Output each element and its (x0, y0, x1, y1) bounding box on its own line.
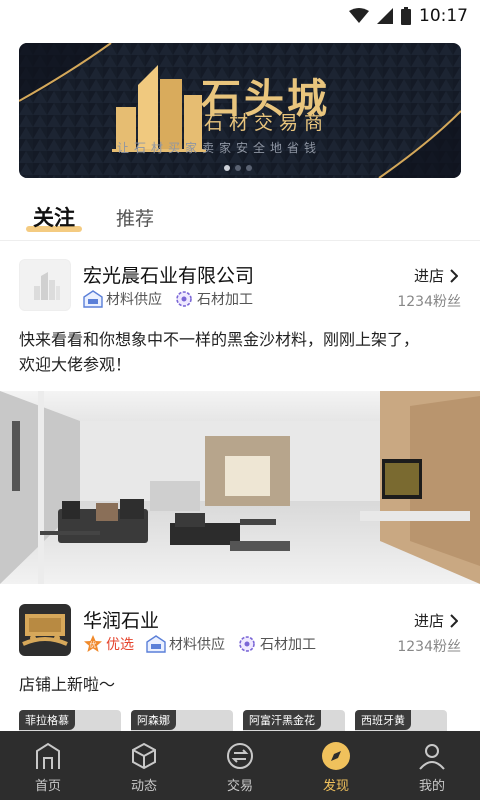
building-placeholder-icon (34, 272, 60, 300)
product-label: 西班牙黄 (355, 710, 411, 730)
truck-logo-icon (22, 614, 68, 646)
tag-stone-processing: 石材加工 (174, 289, 253, 309)
banner-subtitle: 石材交易商 (204, 112, 330, 134)
post-header: 华润石业 优 优选 材料供应 石材加工 进店 1234粉丝 (0, 604, 480, 674)
nav-home[interactable]: 首页 (0, 731, 96, 800)
shop-tags: 优 优选 材料供应 石材加工 (83, 634, 316, 654)
nav-trade[interactable]: 交易 (192, 731, 288, 800)
divider (0, 240, 480, 241)
banner-slogan: 让石材买家卖家安全地省钱 (117, 141, 322, 155)
bottom-nav: 首页 动态 交易 发现 我的 (0, 731, 480, 800)
battery-icon (401, 7, 411, 25)
tag-material-supply: 材料供应 (83, 289, 162, 309)
shop-tags: 材料供应 石材加工 (83, 289, 253, 309)
enter-shop-label: 进店 (413, 612, 444, 630)
post-text: 快来看看和你想象中不一样的黑金沙材料，刚刚上架了， 欢迎大佬参观！ (19, 327, 459, 377)
post-image[interactable] (0, 391, 480, 584)
fans-count: 1234粉丝 (397, 639, 461, 655)
material-supply-icon (83, 290, 103, 308)
nav-profile[interactable]: 我的 (384, 731, 480, 800)
nav-label: 动态 (130, 779, 157, 794)
product-label: 阿森娜 (131, 710, 176, 730)
post-header: 宏光晨石业有限公司 材料供应 石材加工 进店 1234粉丝 (0, 259, 480, 329)
chevron-right-icon (450, 268, 458, 283)
enter-shop-button[interactable]: 进店 (414, 265, 458, 286)
tag-label: 材料供应 (106, 292, 162, 308)
enter-shop-button[interactable]: 进店 (414, 610, 458, 631)
banner-dot[interactable] (224, 165, 230, 171)
cell-signal-icon (377, 8, 393, 24)
post-text: 店铺上新啦～ (19, 672, 459, 697)
living-room-photo (0, 391, 480, 584)
nav-discover[interactable]: 发现 (288, 731, 384, 800)
gear-icon (239, 636, 255, 652)
status-icons: 10:17 (349, 6, 468, 26)
post-text-line: 欢迎大佬参观！ (19, 355, 132, 374)
banner-pagination (224, 165, 252, 171)
fans-count: 1234粉丝 (397, 294, 461, 310)
gear-icon (176, 291, 192, 307)
tag-label: 石材加工 (197, 292, 253, 308)
nav-feed[interactable]: 动态 (96, 731, 192, 800)
nav-label: 首页 (34, 779, 61, 794)
svg-text:优: 优 (90, 640, 97, 649)
promo-banner[interactable]: 石头城 石材交易商 让石材买家卖家安全地省钱 (19, 43, 461, 178)
banner-dot[interactable] (235, 165, 241, 171)
tag-label: 石材加工 (260, 637, 316, 653)
home-icon (36, 742, 60, 769)
exchange-icon (227, 743, 253, 769)
product-label: 阿富汗黑金花 (243, 710, 321, 730)
nav-label: 我的 (418, 779, 445, 794)
nav-label: 交易 (226, 779, 253, 794)
cube-icon (132, 742, 156, 770)
status-bar: 10:17 (0, 0, 480, 32)
feed-tabs: 关注 推荐 (0, 196, 480, 240)
shop-name[interactable]: 宏光晨石业有限公司 (83, 261, 254, 288)
shop-logo[interactable] (19, 259, 71, 311)
shop-logo[interactable] (19, 604, 71, 656)
enter-shop-label: 进店 (413, 267, 444, 285)
tag-preferred: 优 优选 (83, 634, 134, 654)
wifi-icon (349, 8, 369, 23)
post-text-line: 店铺上新啦～ (19, 675, 116, 694)
product-label: 菲拉格慕 (19, 710, 75, 730)
nav-label: 发现 (322, 779, 349, 794)
chevron-right-icon (450, 613, 458, 628)
tag-stone-processing: 石材加工 (237, 634, 316, 654)
shop-name[interactable]: 华润石业 (83, 606, 159, 633)
tab-recommend[interactable]: 推荐 (116, 204, 154, 231)
material-supply-icon (146, 635, 166, 653)
tab-follow[interactable]: 关注 (33, 202, 75, 232)
tag-label: 材料供应 (169, 637, 225, 653)
tag-material-supply: 材料供应 (146, 634, 225, 654)
preferred-badge-icon: 优 (84, 635, 102, 652)
banner-dot[interactable] (246, 165, 252, 171)
compass-icon (322, 742, 350, 770)
post-text-line: 快来看看和你想象中不一样的黑金沙材料，刚刚上架了， (19, 330, 420, 349)
tag-label: 优选 (106, 637, 134, 653)
status-time: 10:17 (419, 6, 468, 26)
user-icon (419, 744, 445, 770)
